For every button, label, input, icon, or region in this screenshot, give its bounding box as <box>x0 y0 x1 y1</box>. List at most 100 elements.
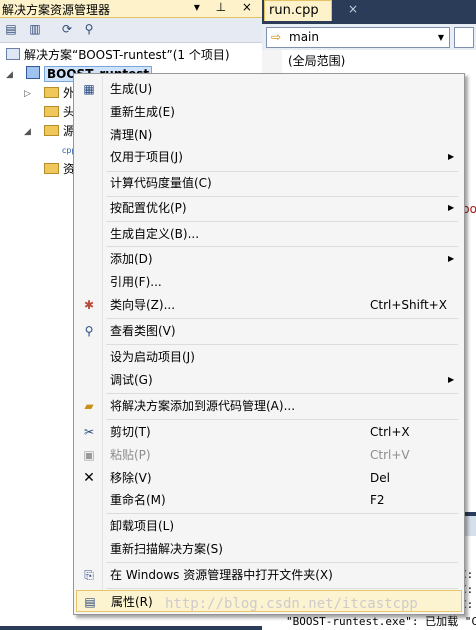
solution-explorer-toolbar: ▤ ▥ ⟳ ⚲ <box>0 18 262 43</box>
collapse-arrow-icon[interactable]: ◢ <box>24 127 31 137</box>
menu-item-label: 引用(F)... <box>110 275 162 289</box>
menu-item-label: 仅用于项目(J) <box>110 150 183 164</box>
menu-item-label: 调试(G) <box>110 373 153 387</box>
menu-item-rename[interactable]: 重命名(M) F2 <box>76 489 462 511</box>
build-icon: ▦ <box>83 82 95 96</box>
class-diagram-icon: ⚲ <box>84 324 94 338</box>
folder-icon <box>44 87 59 98</box>
tree-item-headers[interactable]: 头 <box>44 103 75 122</box>
menu-item-clean[interactable]: 清理(N) <box>76 124 462 146</box>
menu-item-shortcut: Ctrl+Shift+X <box>370 298 447 312</box>
menu-item-label: 添加(D) <box>110 252 153 266</box>
menu-item-label: 生成(U) <box>110 82 153 96</box>
project-icon <box>26 66 40 79</box>
cut-icon: ✂ <box>83 425 95 439</box>
remove-icon: ✕ <box>83 470 95 486</box>
menu-item-shortcut: F2 <box>370 493 385 507</box>
menu-item-shortcut: Del <box>370 471 390 485</box>
submenu-arrow-icon: ▶ <box>448 203 455 212</box>
menu-item-label: 查看类图(V) <box>110 324 176 338</box>
tab-label: run.cpp <box>269 3 319 18</box>
tree-item-sources[interactable]: 源 <box>44 122 75 141</box>
show-all-files-icon[interactable]: ▥ <box>28 22 42 36</box>
menu-item-rebuild[interactable]: 重新生成(E) <box>76 101 462 123</box>
menu-item-label: 设为启动项目(J) <box>110 350 195 364</box>
submenu-arrow-icon: ▶ <box>448 152 455 161</box>
menu-item-label: 属性(R) <box>111 595 153 609</box>
close-icon[interactable]: × <box>348 2 358 16</box>
project-context-menu: ▦ 生成(U) 重新生成(E) 清理(N) 仅用于项目(J) ▶ 计算代码度量值… <box>73 73 465 615</box>
open-folder-icon: ⎘ <box>84 568 94 582</box>
menu-item-remove[interactable]: ✕ 移除(V) Del <box>76 467 462 489</box>
source-control-icon: ▰ <box>84 399 94 413</box>
properties-icon[interactable]: ▤ <box>4 22 18 36</box>
menu-separator <box>106 562 458 563</box>
menu-item-label: 在 Windows 资源管理器中打开文件夹(X) <box>110 568 333 582</box>
menu-separator <box>106 344 458 345</box>
open-folder-icon <box>44 125 59 136</box>
menu-item-cut[interactable]: ✂ 剪切(T) Ctrl+X <box>76 421 462 443</box>
class-view-icon[interactable]: ⚲ <box>82 22 96 36</box>
menu-separator <box>106 393 458 394</box>
folder-icon <box>44 106 59 117</box>
menu-item-code-metrics[interactable]: 计算代码度量值(C) <box>76 172 462 194</box>
refresh-icon[interactable]: ⟳ <box>60 22 74 36</box>
function-dropdown[interactable]: ⇨ main ▼ <box>266 27 450 48</box>
menu-item-label: 移除(V) <box>110 471 152 485</box>
menu-item-project-only[interactable]: 仅用于项目(J) ▶ <box>76 146 462 168</box>
tab-run-cpp[interactable]: run.cpp <box>264 0 332 21</box>
menu-item-label: 清理(N) <box>110 128 153 142</box>
menu-item-build[interactable]: ▦ 生成(U) <box>76 78 462 100</box>
solution-label: 解决方案“BOOST-runtest”(1 个项目) <box>24 48 230 62</box>
menu-separator <box>106 588 458 589</box>
menu-item-unload-project[interactable]: 卸载项目(L) <box>76 515 462 537</box>
expand-arrow-icon[interactable]: ▷ <box>24 89 31 99</box>
collapse-arrow-icon[interactable]: ◢ <box>6 70 13 80</box>
menu-item-add-source-control[interactable]: ▰ 将解决方案添加到源代码管理(A)... <box>76 395 462 417</box>
menu-item-debug[interactable]: 调试(G) ▶ <box>76 369 462 391</box>
menu-item-label: 重新生成(E) <box>110 105 175 119</box>
menu-item-class-wizard[interactable]: ✱ 类向导(Z)... Ctrl+Shift+X <box>76 294 462 316</box>
properties-icon: ▤ <box>84 595 96 609</box>
class-wizard-icon: ✱ <box>83 298 95 312</box>
menu-item-pgo[interactable]: 按配置优化(P) ▶ <box>76 197 462 219</box>
menu-item-shortcut: Ctrl+X <box>370 425 410 439</box>
menu-item-paste[interactable]: ▣ 粘贴(P) Ctrl+V <box>76 444 462 466</box>
member-dropdown[interactable] <box>454 27 474 48</box>
tree-item-external[interactable]: 外 <box>44 84 75 103</box>
submenu-arrow-icon: ▶ <box>448 254 455 263</box>
menu-item-label: 重命名(M) <box>110 493 166 507</box>
menu-item-label: 粘贴(P) <box>110 448 151 462</box>
output-line: "BOOST-runtest.exe": 已加载 "C: <box>286 615 476 628</box>
menu-item-open-in-explorer[interactable]: ⎘ 在 Windows 资源管理器中打开文件夹(X) <box>76 564 462 586</box>
menu-item-build-customizations[interactable]: 生成自定义(B)... <box>76 223 462 245</box>
menu-separator <box>106 221 458 222</box>
navigation-bar: ⇨ main ▼ <box>262 24 476 50</box>
menu-item-label: 类向导(Z)... <box>110 298 176 312</box>
menu-item-label: 剪切(T) <box>110 425 151 439</box>
solution-explorer-title: 解决方案资源管理器 <box>2 3 111 17</box>
scope-label: (全局范围) <box>288 54 346 68</box>
menu-item-label: 按配置优化(P) <box>110 201 187 215</box>
paste-icon: ▣ <box>83 448 95 462</box>
function-dropdown-value: main <box>289 30 319 44</box>
folder-icon <box>44 163 59 174</box>
menu-item-label: 重新扫描解决方案(S) <box>110 542 223 556</box>
submenu-arrow-icon: ▶ <box>448 375 455 384</box>
tree-item-resources[interactable]: 资 <box>44 160 75 179</box>
watermark: http://blog.csdn.net/itcastcpp <box>165 596 418 612</box>
menu-item-rescan-solution[interactable]: 重新扫描解决方案(S) <box>76 538 462 560</box>
solution-explorer-title-bar: 解决方案资源管理器 ▾ ⊥ × <box>0 0 262 18</box>
solution-icon <box>6 48 20 60</box>
menu-separator <box>106 513 458 514</box>
menu-separator <box>106 419 458 420</box>
menu-item-view-class-diagram[interactable]: ⚲ 查看类图(V) <box>76 320 462 342</box>
menu-item-references[interactable]: 引用(F)... <box>76 271 462 293</box>
chevron-down-icon: ▼ <box>437 33 445 42</box>
function-icon: ⇨ <box>271 30 282 44</box>
menu-item-set-startup[interactable]: 设为启动项目(J) <box>76 346 462 368</box>
menu-item-label: 生成自定义(B)... <box>110 227 200 241</box>
menu-item-add[interactable]: 添加(D) ▶ <box>76 248 462 270</box>
tree-item-solution[interactable]: 解决方案“BOOST-runtest”(1 个项目) <box>6 46 230 65</box>
title-bar-buttons[interactable]: ▾ ⊥ × <box>194 0 258 14</box>
